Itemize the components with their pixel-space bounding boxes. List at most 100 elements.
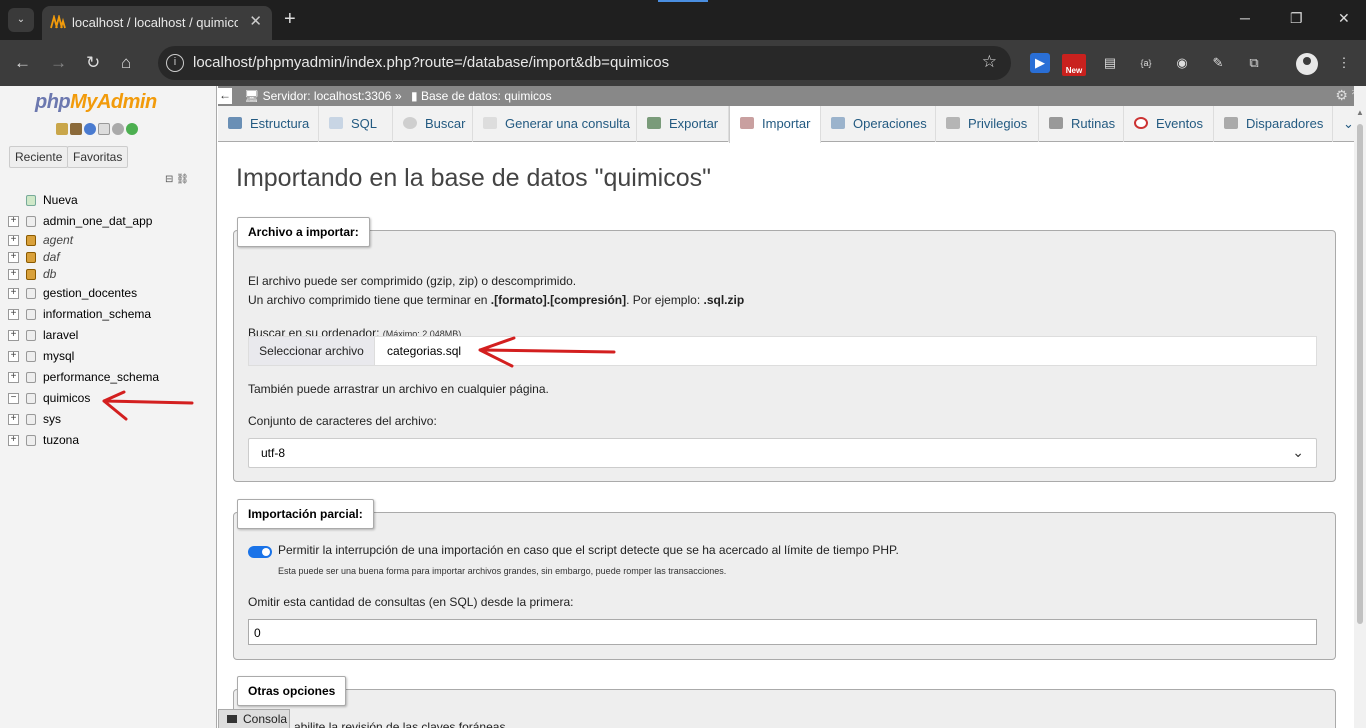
extension-camera-icon[interactable]: ◉ [1172, 53, 1192, 73]
tree-db-item[interactable]: + gestion_docentes [6, 283, 211, 304]
page-scrollbar[interactable]: ▲ [1354, 86, 1366, 728]
tree-db-item[interactable]: + information_schema [6, 304, 211, 325]
extension-printer-icon[interactable]: ▤ [1100, 53, 1120, 73]
tree-db-item[interactable]: + admin_one_dat_app [6, 211, 211, 232]
new-tab-button[interactable]: + [284, 8, 296, 31]
tab-eventos[interactable]: Eventos [1124, 106, 1214, 142]
expand-plus-icon[interactable]: + [8, 351, 19, 362]
clock-icon [1134, 117, 1148, 129]
forward-arrow-icon[interactable]: → [50, 53, 67, 73]
reload-icon[interactable]: ↻ [86, 53, 100, 73]
main-content: Importando en la base de datos "quimicos… [218, 143, 1354, 728]
tab-sql[interactable]: SQL [319, 106, 393, 142]
minimize-icon[interactable]: ─ [1240, 10, 1250, 26]
allow-interrupt-toggle[interactable] [248, 546, 272, 558]
choose-file-button[interactable]: Seleccionar archivo [249, 337, 375, 365]
home-icon[interactable] [56, 123, 68, 135]
tree-new-database[interactable]: Nueva [6, 190, 211, 211]
expand-plus-icon[interactable]: + [8, 309, 19, 320]
address-bar[interactable]: i localhost/phpmyadmin/index.php?route=/… [158, 46, 1011, 80]
exit-icon[interactable] [70, 123, 82, 135]
tab-privilegios[interactable]: Privilegios [936, 106, 1039, 142]
browser-tab-strip: ⌄ localhost / localhost / quimicos ✕ + ─… [0, 0, 1366, 40]
url-text[interactable]: localhost/phpmyadmin/index.php?route=/da… [193, 54, 669, 71]
more-tabs-chevron-icon[interactable]: ⌄ [1333, 106, 1354, 142]
collapse-minus-icon[interactable]: − [8, 393, 19, 404]
expand-plus-icon[interactable]: + [8, 235, 19, 246]
help-icon[interactable] [84, 123, 96, 135]
browser-tab[interactable]: localhost / localhost / quimicos ✕ [42, 6, 272, 40]
back-arrow-icon[interactable]: ← [14, 53, 31, 73]
collapse-all-icon[interactable]: ⊟ ⛓ [165, 174, 189, 185]
tab-generar-consulta[interactable]: Generar una consulta [473, 106, 637, 142]
site-info-icon[interactable]: i [166, 54, 184, 72]
allow-interrupt-label[interactable]: Permitir la interrupción de una importac… [278, 543, 899, 557]
favorite-tables-button[interactable]: Favoritas [67, 146, 129, 168]
charset-select[interactable]: utf-8 ⌄ [248, 438, 1317, 468]
expand-plus-icon[interactable]: + [8, 288, 19, 299]
tree-db-item[interactable]: + performance_schema [6, 367, 211, 388]
tree-db-item[interactable]: + tuzona [6, 430, 211, 451]
tab-exportar[interactable]: Exportar [637, 106, 729, 142]
extension-tag-icon[interactable]: {a} [1136, 53, 1156, 73]
bookmark-star-icon[interactable]: ☆ [982, 52, 997, 72]
tree-db-item[interactable]: + agent [6, 232, 211, 249]
tree-db-item[interactable]: + daf [6, 249, 211, 266]
tab-close-icon[interactable]: ✕ [249, 12, 262, 30]
close-window-icon[interactable]: ✕ [1338, 10, 1350, 27]
tab-estructura[interactable]: Estructura [218, 106, 319, 142]
reload-nav-icon[interactable] [126, 123, 138, 135]
selected-file-name: categorias.sql [387, 344, 462, 358]
tab-rutinas[interactable]: Rutinas [1039, 106, 1124, 142]
tab-disparadores[interactable]: Disparadores [1214, 106, 1333, 142]
search-icon [403, 117, 417, 129]
structure-icon [228, 117, 242, 129]
browser-menu-icon[interactable]: ⋮ [1334, 53, 1354, 73]
expand-plus-icon[interactable]: + [8, 252, 19, 263]
skip-queries-input[interactable]: 0 [248, 619, 1317, 645]
extension-new-badge-icon[interactable]: New [1062, 54, 1086, 76]
top-menu-bar: Estructura SQL Buscar Generar una consul… [218, 106, 1354, 143]
database-icon [26, 309, 36, 320]
settings-gear-icon[interactable] [112, 123, 124, 135]
tab-importar[interactable]: Importar [729, 106, 821, 143]
console-toggle[interactable]: Consola [218, 709, 290, 728]
extension-eyedropper-icon[interactable]: ✎ [1208, 53, 1228, 73]
scroll-up-icon[interactable]: ▲ [1356, 108, 1364, 117]
sql-icon [329, 117, 343, 129]
tree-db-item[interactable]: + db [6, 266, 211, 283]
expand-plus-icon[interactable]: + [8, 372, 19, 383]
extensions-puzzle-icon[interactable]: ⧉ [1244, 53, 1264, 73]
foreign-key-check-label[interactable]: abilite la revisión de las claves foráne… [294, 720, 505, 728]
charset-value: utf-8 [261, 446, 286, 460]
phpmyadmin-logo[interactable]: phpMyAdmin [35, 91, 157, 114]
expand-plus-icon[interactable]: + [8, 435, 19, 446]
collapse-nav-icon[interactable]: ← [218, 88, 232, 104]
new-database-icon [26, 195, 36, 206]
recent-tables-button[interactable]: Reciente [9, 146, 69, 168]
tab-buscar[interactable]: Buscar [393, 106, 473, 142]
docs-icon[interactable] [98, 123, 110, 135]
expand-plus-icon[interactable]: + [8, 414, 19, 425]
nav-quick-icons [56, 123, 140, 137]
home-icon[interactable]: ⌂ [121, 53, 131, 73]
extension-screen-icon[interactable]: ▶ [1030, 53, 1050, 73]
breadcrumb-separator: » [395, 89, 402, 103]
expand-plus-icon[interactable]: + [8, 269, 19, 280]
tree-db-item[interactable]: + mysql [6, 346, 211, 367]
tab-search-button[interactable]: ⌄ [8, 8, 34, 32]
file-input[interactable]: Seleccionar archivo categorias.sql [248, 336, 1317, 366]
scrollbar-thumb[interactable] [1357, 124, 1363, 624]
partial-import-fieldset: Permitir la interrupción de una importac… [233, 512, 1336, 660]
breadcrumb-server[interactable]: 🖥 Servidor: localhost:3306 [244, 89, 391, 103]
tab-operaciones[interactable]: Operaciones [821, 106, 936, 142]
expand-plus-icon[interactable]: + [8, 330, 19, 341]
maximize-icon[interactable]: ❐ [1290, 10, 1303, 27]
tab-title: localhost / localhost / quimicos [72, 15, 238, 30]
database-icon [26, 216, 36, 227]
profile-avatar[interactable] [1296, 53, 1318, 75]
tree-db-item[interactable]: + laravel [6, 325, 211, 346]
privileges-icon [946, 117, 960, 129]
breadcrumb-database[interactable]: ▮ Base de datos: quimicos [411, 89, 552, 103]
expand-plus-icon[interactable]: + [8, 216, 19, 227]
